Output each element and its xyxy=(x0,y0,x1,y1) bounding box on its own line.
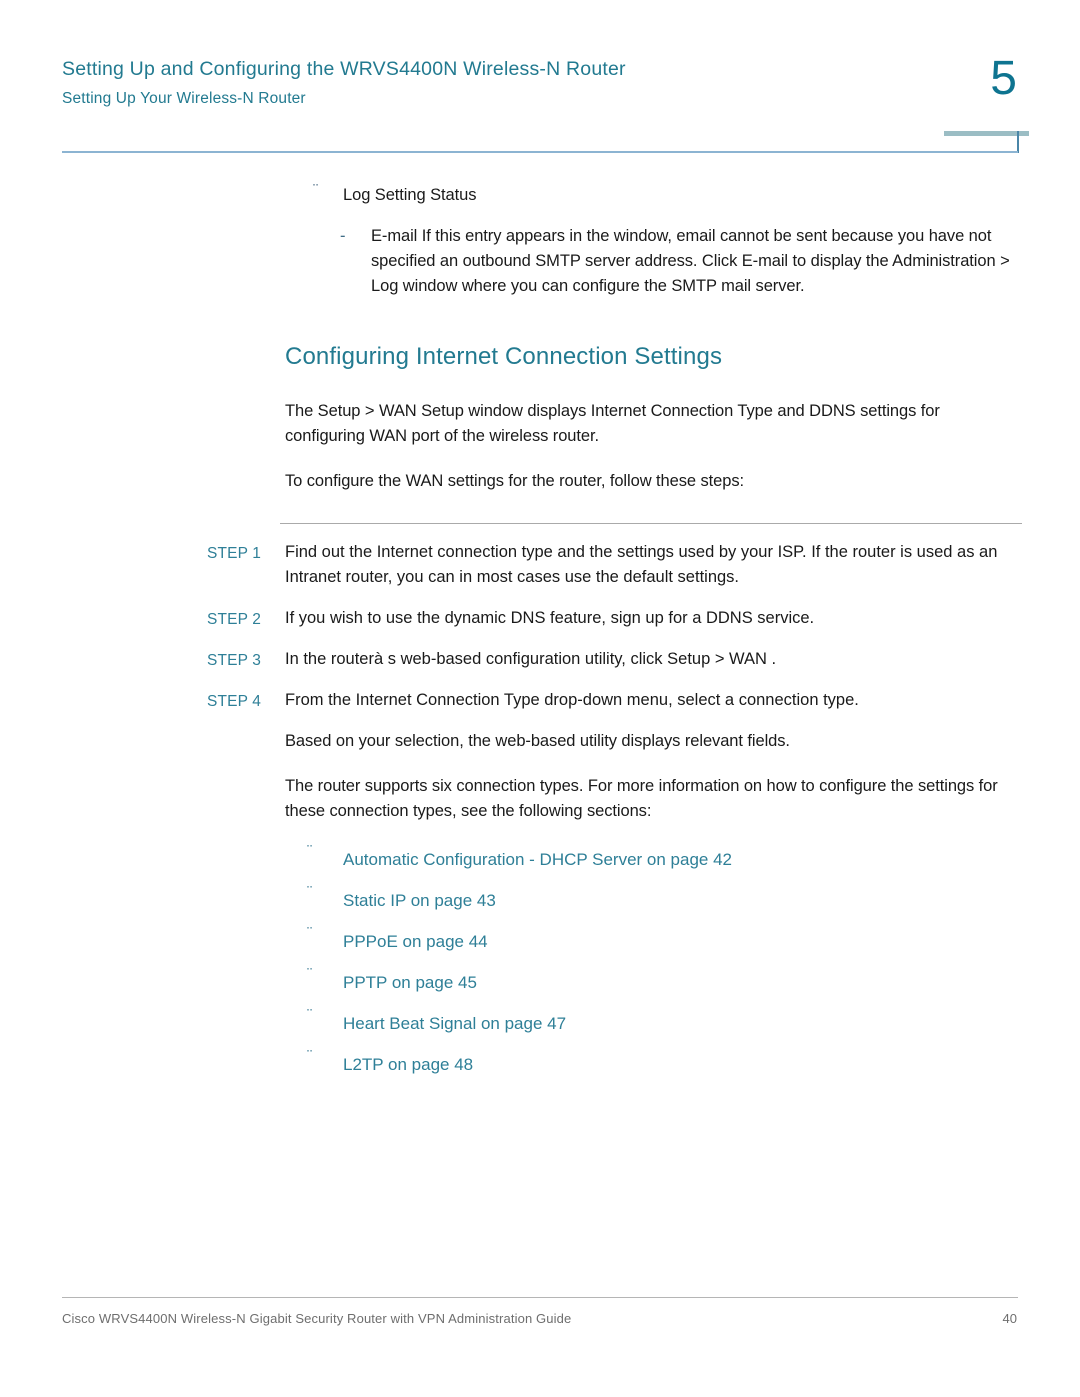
cross-reference-item[interactable]: ¨ L2TP on page 48 xyxy=(307,1048,1080,1078)
footer-document-title: Cisco WRVS4400N Wireless-N Gigabit Secur… xyxy=(62,1311,572,1326)
document-page: Setting Up and Configuring the WRVS4400N… xyxy=(0,0,1080,1397)
step-row: STEP 3 In the routerà s web-based config… xyxy=(207,647,1022,672)
step-label: STEP 2 xyxy=(207,611,262,628)
chapter-number: 5 xyxy=(990,52,1017,105)
bullet-icon: ¨ xyxy=(307,1048,313,1065)
bullet-icon: ¨ xyxy=(307,925,313,942)
cross-reference-link[interactable]: L2TP on page 48 xyxy=(343,1055,473,1074)
step-row: STEP 2 If you wish to use the dynamic DN… xyxy=(207,606,1022,631)
cross-reference-item[interactable]: ¨ PPTP on page 45 xyxy=(307,966,1080,996)
step-text: In the routerà s web-based configuration… xyxy=(285,650,777,668)
header-title-group: Setting Up and Configuring the WRVS4400N… xyxy=(62,56,626,111)
cross-reference-item[interactable]: ¨ Automatic Configuration - DHCP Server … xyxy=(307,843,1080,873)
dash-icon: - xyxy=(340,227,346,245)
bullet-icon: ¨ xyxy=(307,966,313,983)
footer-divider xyxy=(62,1297,1018,1298)
cross-reference-link[interactable]: PPPoE on page 44 xyxy=(343,932,488,951)
header-section-title: Setting Up Your Wireless-N Router xyxy=(62,90,306,107)
step-label: STEP 1 xyxy=(207,545,262,562)
section-leadin-paragraph: To configure the WAN settings for the ro… xyxy=(285,472,745,490)
bullet-icon: ¨ xyxy=(307,1007,313,1024)
bullet-icon: ¨ xyxy=(307,843,313,860)
step-text: Find out the Internet connection type an… xyxy=(285,543,998,586)
post-steps-paragraph-2: The router supports six connection types… xyxy=(285,777,998,820)
cross-reference-link[interactable]: Heart Beat Signal on page 47 xyxy=(343,1014,566,1033)
step-label: STEP 4 xyxy=(207,693,262,710)
cross-reference-link[interactable]: PPTP on page 45 xyxy=(343,973,477,992)
sub-list-item-text: E-mail If this entry appears in the wind… xyxy=(371,227,1010,295)
page-header: Setting Up and Configuring the WRVS4400N… xyxy=(0,0,1080,153)
page-content: ¨ Log Setting Status - E-mail If this en… xyxy=(0,150,1080,1078)
cross-reference-link[interactable]: Static IP on page 43 xyxy=(343,891,496,910)
step-text: From the Internet Connection Type drop-d… xyxy=(285,691,859,709)
cross-reference-item[interactable]: ¨ Heart Beat Signal on page 47 xyxy=(307,1007,1080,1037)
step-text: If you wish to use the dynamic DNS featu… xyxy=(285,609,815,627)
bullet-icon: ¨ xyxy=(307,884,313,901)
list-item-label: Log Setting Status xyxy=(343,186,477,204)
cross-reference-item[interactable]: ¨ PPPoE on page 44 xyxy=(307,925,1080,955)
bullet-icon: ¨ xyxy=(313,182,319,199)
step-row: STEP 4 From the Internet Connection Type… xyxy=(207,688,1022,713)
header-chapter-title: Setting Up and Configuring the WRVS4400N… xyxy=(62,58,626,80)
list-item: ¨ Log Setting Status xyxy=(313,182,1022,208)
cross-reference-item[interactable]: ¨ Static IP on page 43 xyxy=(307,884,1080,914)
cross-reference-link[interactable]: Automatic Configuration - DHCP Server on… xyxy=(343,850,732,869)
post-steps-paragraph-1: Based on your selection, the web-based u… xyxy=(285,732,790,750)
sub-list-item: - E-mail If this entry appears in the wi… xyxy=(340,224,1022,299)
footer-page-number: 40 xyxy=(1002,1311,1017,1326)
section-heading: Configuring Internet Connection Settings xyxy=(285,343,723,370)
step-row: STEP 1 Find out the Internet connection … xyxy=(207,540,1022,590)
page-footer: Cisco WRVS4400N Wireless-N Gigabit Secur… xyxy=(0,1297,1080,1397)
step-label: STEP 3 xyxy=(207,652,262,669)
section-intro-paragraph: The Setup > WAN Setup window displays In… xyxy=(285,402,940,445)
